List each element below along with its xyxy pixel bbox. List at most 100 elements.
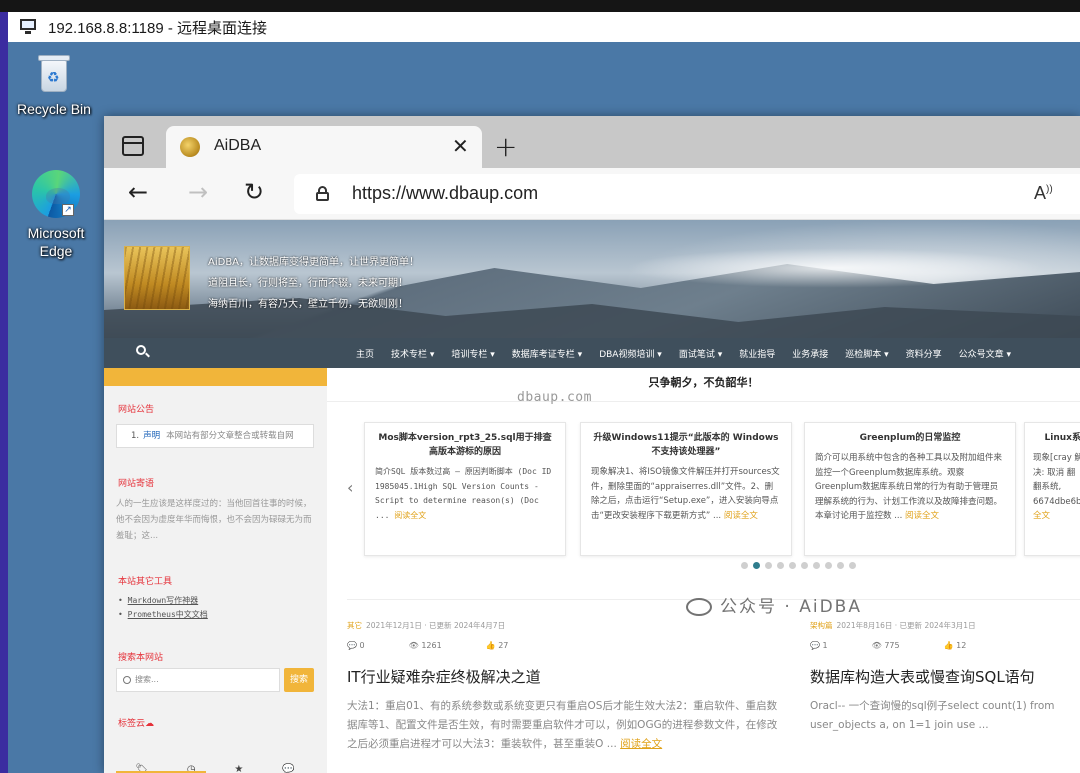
post-item: 架构篇 2021年8月16日 · 已更新 2024年3月1日 💬 1 👁 775 … [810, 620, 1076, 735]
search-icon[interactable] [136, 345, 150, 359]
nav-item-home[interactable]: 主页 [356, 347, 374, 360]
tool-link-prometheus[interactable]: Prometheus中文文档 [128, 610, 208, 619]
notice-box[interactable]: 1. 声明 本网站有部分文章整合或转载自网 [116, 424, 314, 448]
search-title: 搜索本网站 [118, 653, 164, 663]
tab-aidba[interactable]: AiDBA ✕ [166, 126, 482, 168]
nav-item-cert[interactable]: 数据库考证专栏 ▾ [512, 347, 582, 360]
carousel-dot[interactable] [777, 562, 784, 569]
watermark-text: dbaup.com [517, 390, 592, 405]
site-search-button[interactable]: 搜索 [284, 668, 314, 692]
site-search-input[interactable]: 搜索... [116, 668, 280, 692]
edge-icon: ↗ [32, 170, 80, 218]
post-date: 2021年8月16日 · 已更新 2024年3月1日 [836, 621, 976, 630]
remote-desktop-left-edge [0, 12, 8, 773]
sidebar: 网站公告 1. 声明 本网站有部分文章整合或转载自网 网站寄语 人的一生应该是这样度… [104, 368, 327, 773]
nav-item-training[interactable]: 培训专栏 ▾ [451, 347, 494, 360]
carousel-card[interactable]: Mos脚本version_rpt3_25.sql用于排查高版本游标的原因 简介S… [364, 422, 566, 556]
carousel-dot[interactable] [837, 562, 844, 569]
desktop-icon-edge[interactable]: ↗ Microsoft Edge [14, 170, 98, 260]
carousel-prev-icon[interactable]: ‹ [347, 478, 353, 497]
card-read-more[interactable]: 全文 [1033, 511, 1050, 521]
tab-actions-icon[interactable] [122, 136, 144, 156]
motto-title: 网站寄语 [118, 479, 155, 489]
new-tab-button[interactable]: + [494, 130, 517, 163]
card-read-more[interactable]: 阅读全文 [724, 511, 758, 521]
carousel-dot[interactable] [765, 562, 772, 569]
nav-item-tech[interactable]: 技术专栏 ▾ [391, 347, 434, 360]
star-icon[interactable]: ★ [234, 764, 243, 773]
comment-count: 💬 0 [347, 641, 365, 650]
desktop-icon-label: Recycle Bin [17, 101, 91, 117]
carousel-dot[interactable] [813, 562, 820, 569]
nav-item-scripts[interactable]: 巡检脚本 ▾ [845, 347, 888, 360]
carousel-dot[interactable] [741, 562, 748, 569]
lock-icon[interactable] [316, 186, 329, 201]
nav-item-video[interactable]: DBA视频培训 ▾ [599, 347, 662, 360]
comment-count: 💬 1 [810, 641, 828, 650]
slogan-line: 道阻且长，行则将至，行而不辍，未来可期！ [208, 278, 408, 289]
remote-desktop-top-edge [0, 0, 1080, 12]
post-category[interactable]: 其它 [347, 621, 362, 630]
post-title[interactable]: 数据库构造大表或慢查询SQL语句 [810, 666, 1076, 687]
carousel-dot[interactable] [825, 562, 832, 569]
post-category[interactable]: 架构篇 [810, 621, 833, 630]
tab-strip: AiDBA ✕ + [104, 116, 1080, 168]
read-aloud-icon[interactable]: A)) [1034, 183, 1053, 204]
forward-button[interactable]: → [188, 178, 208, 206]
close-tab-icon[interactable]: ✕ [452, 134, 469, 158]
carousel-card[interactable]: 升级Windows11提示“此版本的 Windows 不支持该处理器” 现象解决… [580, 422, 792, 556]
wechat-watermark-text: 公众号 · AiDBA [720, 597, 862, 617]
desktop-icon-label: Microsoft [27, 225, 85, 241]
nav-item-career[interactable]: 就业指导 [739, 347, 775, 360]
carousel-card[interactable]: Linux系 现象[cray 解决: 取消 翻翻系统, 6674dbe6b 全文 [1024, 422, 1080, 556]
tools-list: • Markdown写作神器 • Prometheus中文文档 [118, 596, 208, 619]
carousel-dot[interactable] [789, 562, 796, 569]
notice-tag[interactable]: 声明 [143, 431, 160, 441]
recycle-bin-icon: ♻ [37, 54, 71, 94]
tools-title: 本站其它工具 [118, 577, 173, 587]
nav-item-interview[interactable]: 面试笔试 ▾ [679, 347, 722, 360]
search-placeholder: 搜索... [135, 675, 159, 684]
notice-title: 网站公告 [118, 405, 155, 415]
like-count[interactable]: 👍 12 [944, 641, 989, 650]
post-item: 其它 2021年12月1日 · 已更新 2024年4月7日 💬 0 👁 1261 … [347, 620, 787, 754]
carousel-dot-active[interactable] [753, 562, 760, 569]
main-content: 只争朝夕，不负韶华！ dbaup.com ‹ Mos脚本version_rpt3… [327, 368, 1080, 773]
url-text[interactable]: https://www.dbaup.com [352, 183, 538, 204]
tool-link-markdown[interactable]: Markdown写作神器 [128, 596, 199, 605]
post-excerpt: Oracl-- 一个查询慢的sql例子select count(1) from … [810, 700, 1055, 731]
card-read-more[interactable]: 阅读全文 [905, 511, 939, 521]
carousel-card[interactable]: Greenplum的日常监控 简介可以用系统中包含的各种工具以及附加组件来监控一… [804, 422, 1016, 556]
post-title[interactable]: IT行业疑难杂症终极解决之道 [347, 666, 787, 687]
nav-item-articles[interactable]: 公众号文章 ▾ [959, 347, 1011, 360]
browser-window: AiDBA ✕ + ← → ↻ https://www.dbaup.com A)… [104, 116, 1080, 773]
nav-item-business[interactable]: 业务承接 [792, 347, 828, 360]
reload-button[interactable]: ↻ [244, 178, 264, 206]
view-count: 👁 1261 [408, 641, 442, 650]
carousel-dot[interactable] [849, 562, 856, 569]
desktop-icon-label: Edge [39, 243, 73, 259]
post-read-more[interactable]: 阅读全文 [620, 738, 662, 750]
card-title[interactable]: Linux系 [1025, 423, 1080, 447]
address-bar[interactable]: https://www.dbaup.com A)) [294, 174, 1080, 214]
remote-desktop-titlebar[interactable]: 192.168.8.8:1189 - 远程桌面连接 [8, 12, 1080, 42]
notice-number: 1. [131, 431, 140, 441]
tagcloud-title: 标签云☁ [118, 719, 155, 729]
card-title[interactable]: Greenplum的日常监控 [805, 423, 1015, 447]
post-date: 2021年12月1日 · 已更新 2024年4月7日 [366, 621, 506, 630]
remote-desktop-icon [18, 18, 40, 36]
nav-item-share[interactable]: 资料分享 [906, 347, 942, 360]
card-title[interactable]: 升级Windows11提示“此版本的 Windows 不支持该处理器” [581, 423, 791, 461]
desktop-icon-recycle-bin[interactable]: ♻ Recycle Bin [12, 54, 96, 118]
back-button[interactable]: ← [128, 178, 148, 206]
card-read-more[interactable]: 阅读全文 [394, 511, 426, 520]
site-logo[interactable] [124, 246, 190, 310]
slogan-line: 海纳百川，有容乃大，壁立千仞，无欲则刚！ [208, 299, 408, 310]
comment-icon[interactable]: 💬 [282, 764, 294, 773]
carousel-dot[interactable] [801, 562, 808, 569]
like-count[interactable]: 👍 27 [486, 641, 531, 650]
site-banner: AiDBA，让数据库变得更简单，让世界更简单！ 道阻且长，行则将至，行而不辍，未… [104, 220, 1080, 338]
nav-menu: 主页 技术专栏 ▾ 培训专栏 ▾ 数据库考证专栏 ▾ DBA视频培训 ▾ 面试笔… [356, 338, 1028, 368]
card-title[interactable]: Mos脚本version_rpt3_25.sql用于排查高版本游标的原因 [365, 423, 565, 461]
web-page: AiDBA，让数据库变得更简单，让世界更简单！ 道阻且长，行则将至，行而不辍，未… [104, 220, 1080, 773]
